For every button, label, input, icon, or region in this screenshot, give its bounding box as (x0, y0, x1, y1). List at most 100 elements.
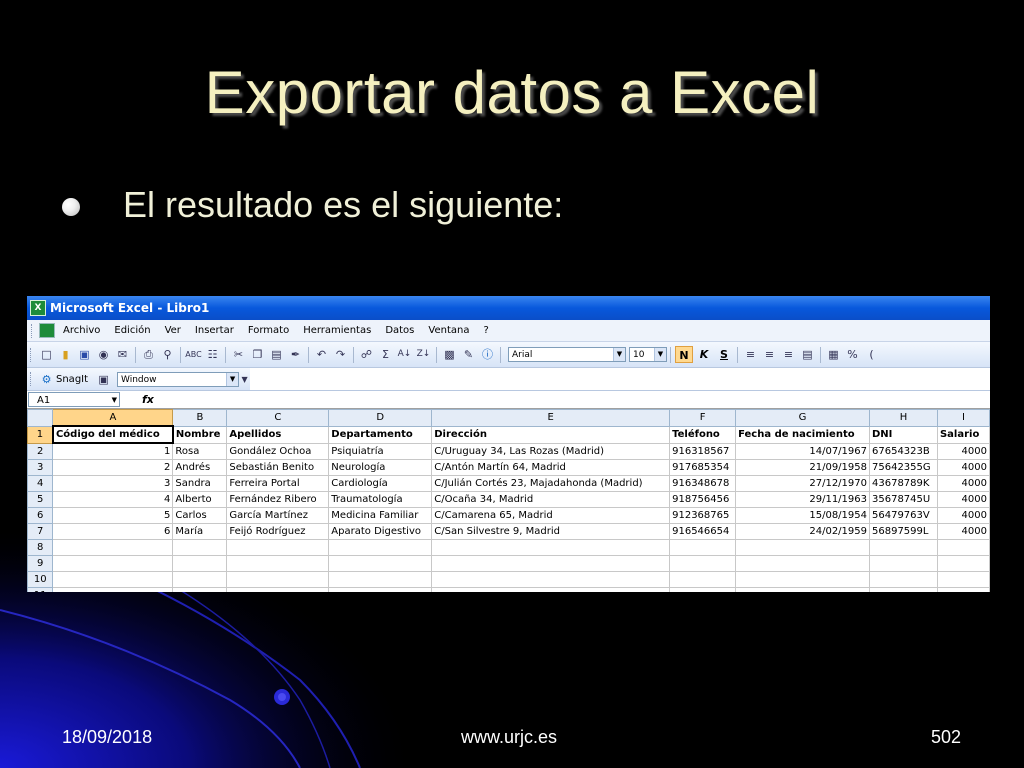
cell[interactable] (226, 587, 330, 592)
cell[interactable]: 916348678 (669, 475, 737, 492)
sort-descending-icon[interactable]: Z↓ (415, 346, 432, 363)
cell[interactable] (869, 539, 938, 556)
chevron-down-icon[interactable]: ▼ (112, 393, 117, 408)
cell[interactable]: Departamento (328, 425, 433, 444)
cell[interactable] (328, 571, 433, 588)
cell[interactable] (869, 555, 938, 572)
align-left-icon[interactable]: ≡ (742, 346, 759, 363)
cell[interactable]: 15/08/1954 (735, 507, 870, 524)
spelling-icon[interactable]: ABC (185, 346, 202, 363)
copy-icon[interactable]: ❐ (249, 346, 266, 363)
percent-icon[interactable]: % (844, 346, 861, 363)
row-header[interactable]: 7 (27, 523, 54, 540)
snagit-label[interactable]: SnagIt (56, 374, 88, 385)
row-header[interactable]: 6 (27, 507, 54, 524)
row-header[interactable]: 1 (27, 425, 54, 444)
drawing-icon[interactable]: ✎ (460, 346, 477, 363)
cell[interactable]: Dirección (431, 425, 671, 444)
row-header[interactable]: 2 (27, 442, 54, 460)
cell[interactable]: 3 (52, 475, 174, 492)
cell[interactable]: Salario (936, 425, 990, 444)
cell[interactable]: 4 (52, 491, 174, 508)
row-header[interactable]: 3 (27, 459, 54, 476)
column-header-b[interactable]: B (172, 409, 228, 427)
cell[interactable]: C/Julián Cortés 23, Majadahonda (Madrid) (431, 475, 671, 492)
hyperlink-icon[interactable]: ☍ (358, 346, 375, 363)
cell[interactable]: Fernández Ribero (226, 491, 330, 508)
select-all-corner[interactable] (27, 409, 54, 427)
cell[interactable]: Alberto (172, 491, 228, 508)
menu-ver[interactable]: Ver (165, 325, 181, 336)
cell[interactable]: 1 (52, 442, 174, 460)
redo-icon[interactable]: ↷ (332, 346, 349, 363)
cell[interactable]: Andrés (172, 459, 228, 476)
cell[interactable]: 21/09/1958 (735, 459, 870, 476)
cell[interactable] (669, 555, 737, 572)
cell[interactable]: 917685354 (669, 459, 737, 476)
align-right-icon[interactable]: ≡ (780, 346, 797, 363)
cell[interactable]: Código del médico (51, 425, 174, 444)
cell[interactable] (328, 539, 433, 556)
menu-archivo[interactable]: Archivo (63, 325, 100, 336)
comma-style-icon[interactable]: ( (863, 346, 880, 363)
toolbar-grip[interactable] (30, 347, 34, 362)
bold-button[interactable]: N (675, 346, 693, 363)
cell[interactable] (869, 571, 938, 588)
cell[interactable]: Sebastián Benito (226, 459, 330, 476)
cell[interactable] (52, 539, 174, 556)
cell[interactable]: 14/07/1967 (735, 442, 870, 460)
cell[interactable]: 4000 (936, 475, 990, 492)
cell[interactable] (431, 555, 671, 572)
workbook-icon[interactable] (39, 323, 55, 338)
permission-icon[interactable]: ◉ (95, 346, 112, 363)
row-header[interactable]: 10 (27, 571, 54, 588)
cell[interactable]: C/Camarena 65, Madrid (431, 507, 671, 524)
row-header[interactable]: 8 (27, 539, 54, 556)
column-header-a[interactable]: A (52, 409, 174, 427)
cell[interactable] (735, 555, 870, 572)
cell[interactable]: 6 (52, 523, 174, 540)
cell[interactable]: 56897599L (869, 523, 938, 540)
cell[interactable] (669, 587, 737, 592)
cell[interactable]: 56479763V (869, 507, 938, 524)
chart-wizard-icon[interactable]: ▩ (441, 346, 458, 363)
cell[interactable] (669, 539, 737, 556)
align-center-icon[interactable]: ≡ (761, 346, 778, 363)
cell[interactable]: Aparato Digestivo (328, 523, 433, 540)
cell[interactable]: Rosa (172, 442, 228, 460)
chevron-down-icon[interactable]: ▼ (654, 348, 666, 361)
cell[interactable] (172, 539, 228, 556)
underline-button[interactable]: S (715, 346, 733, 363)
column-header-g[interactable]: G (735, 409, 870, 427)
menu-ventana[interactable]: Ventana (428, 325, 469, 336)
cell[interactable] (52, 571, 174, 588)
cell[interactable] (431, 587, 671, 592)
cell[interactable]: 4000 (936, 459, 990, 476)
cell[interactable]: C/San Silvestre 9, Madrid (431, 523, 671, 540)
cell[interactable]: C/Ocaña 34, Madrid (431, 491, 671, 508)
cut-icon[interactable]: ✂ (230, 346, 247, 363)
research-icon[interactable]: ☷ (204, 346, 221, 363)
cell[interactable]: Neurología (328, 459, 433, 476)
menu-edicion[interactable]: Edición (114, 325, 150, 336)
new-document-icon[interactable]: □ (38, 346, 55, 363)
format-painter-icon[interactable]: ✒ (287, 346, 304, 363)
cell[interactable]: Teléfono (669, 425, 737, 444)
cell[interactable]: Nombre (172, 425, 228, 444)
cell[interactable] (172, 587, 228, 592)
sort-ascending-icon[interactable]: A↓ (396, 346, 413, 363)
cell[interactable]: García Martínez (226, 507, 330, 524)
cell[interactable] (328, 555, 433, 572)
cell[interactable] (735, 571, 870, 588)
cell[interactable] (936, 587, 990, 592)
cell[interactable] (936, 539, 990, 556)
cell[interactable]: 4000 (936, 507, 990, 524)
fx-icon[interactable]: fx (142, 393, 154, 406)
column-header-i[interactable]: I (936, 409, 990, 427)
column-header-d[interactable]: D (328, 409, 433, 427)
column-header-c[interactable]: C (226, 409, 330, 427)
cell[interactable] (431, 539, 671, 556)
column-header-e[interactable]: E (431, 409, 671, 427)
chevron-down-icon[interactable]: ▼ (613, 348, 625, 361)
italic-button[interactable]: K (695, 346, 713, 363)
